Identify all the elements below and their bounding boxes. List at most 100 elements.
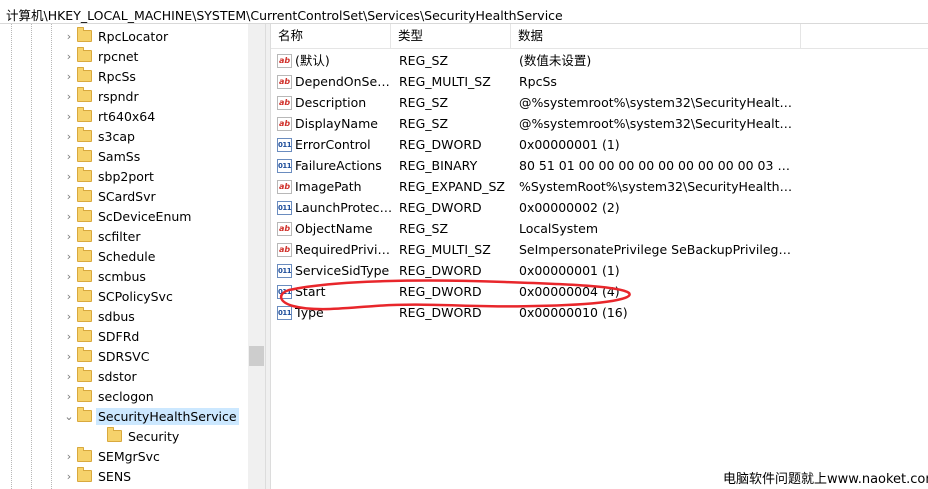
- table-row[interactable]: abDependOnService REG_MULTI_SZ RpcSs: [271, 71, 928, 92]
- tree-item[interactable]: ⌄ SecurityHealthService: [62, 406, 247, 426]
- folder-icon: [77, 307, 92, 322]
- tree-scrollbar-thumb[interactable]: [249, 346, 264, 366]
- value-data: @%systemroot%\system32\SecurityHealthAge…: [519, 116, 796, 131]
- watermark: 电脑软件问题就上www.naoket.com: [723, 468, 928, 487]
- chevron-right-icon[interactable]: ›: [62, 306, 76, 326]
- value-name: (默认): [295, 53, 330, 68]
- tree-item[interactable]: › ScDeviceEnum: [62, 206, 247, 226]
- tree-item[interactable]: › SDFRd: [62, 326, 247, 346]
- tree-guide-line: [51, 24, 52, 489]
- tree-item[interactable]: › scmbus: [62, 266, 247, 286]
- tree-scrollbar[interactable]: [248, 24, 265, 489]
- tree-item[interactable]: › sdstor: [62, 366, 247, 386]
- tree-item-label: SamSs: [98, 148, 141, 164]
- tree-item-label: s3cap: [98, 128, 135, 144]
- tree-item[interactable]: › rspndr: [62, 86, 247, 106]
- tree-item[interactable]: › sbp2port: [62, 166, 247, 186]
- chevron-right-icon[interactable]: ›: [62, 266, 76, 286]
- tree-item-label: SDRSVC: [98, 348, 150, 364]
- tree-item[interactable]: › Schedule: [62, 246, 247, 266]
- tree-item[interactable]: › SamSs: [62, 146, 247, 166]
- tree-item[interactable]: › scfilter: [62, 226, 247, 246]
- binary-value-icon: 011: [277, 137, 292, 152]
- tree-item-label: SecurityHealthService: [96, 407, 239, 425]
- table-row[interactable]: ab DisplayName REG_SZ @%systemroot%\system3…: [271, 113, 928, 134]
- tree-item[interactable]: › RpcLocator: [62, 26, 247, 46]
- chevron-right-icon[interactable]: ›: [62, 146, 76, 166]
- value-type: REG_SZ: [399, 95, 449, 110]
- chevron-right-icon[interactable]: ›: [62, 106, 76, 126]
- chevron-right-icon[interactable]: ›: [62, 386, 76, 406]
- chevron-right-icon[interactable]: ›: [62, 346, 76, 366]
- value-data: (数值未设置): [519, 53, 592, 68]
- tree-item[interactable]: › RpcSs: [62, 66, 247, 86]
- tree-item[interactable]: › rpcnet: [62, 46, 247, 66]
- column-header-name[interactable]: 名称: [271, 24, 391, 48]
- chevron-right-icon[interactable]: ›: [62, 466, 76, 486]
- tree-item[interactable]: Security: [92, 426, 265, 446]
- tree-item[interactable]: › s3cap: [62, 126, 247, 146]
- value-name-cell: ab ImagePath: [277, 176, 393, 197]
- value-name-cell: 011 LaunchProtected: [277, 197, 393, 218]
- chevron-right-icon[interactable]: ›: [62, 226, 76, 246]
- value-data: 80 51 01 00 00 00 00 00 00 00 00 00 03 0…: [519, 158, 796, 173]
- tree-item-label: scmbus: [98, 268, 146, 284]
- chevron-right-icon[interactable]: ›: [62, 286, 76, 306]
- chevron-right-icon[interactable]: ›: [62, 446, 76, 466]
- tree-item[interactable]: › seclogon: [62, 386, 247, 406]
- string-value-icon: ab: [277, 95, 292, 110]
- folder-icon: [77, 347, 92, 362]
- folder-icon: [77, 107, 92, 122]
- tree-item-label: SEMgrSvc: [98, 448, 160, 464]
- chevron-right-icon[interactable]: ›: [62, 326, 76, 346]
- chevron-right-icon[interactable]: ›: [62, 246, 76, 266]
- chevron-right-icon[interactable]: ›: [62, 366, 76, 386]
- table-row[interactable]: 011 FailureActions REG_BINARY 80 51 01 00 0…: [271, 155, 928, 176]
- table-row[interactable]: ab Description REG_SZ @%systemroot%\system3…: [271, 92, 928, 113]
- table-row[interactable]: ab (默认) REG_SZ (数值未设置): [271, 50, 928, 71]
- column-header-data[interactable]: 数据: [511, 24, 801, 48]
- table-row[interactable]: 011 LaunchProtected REG_DWORD 0x00000002 (2…: [271, 197, 928, 218]
- chevron-down-icon[interactable]: ⌄: [62, 406, 76, 426]
- values-list[interactable]: 名称 类型 数据 ab (默认) REG_SZ (数值未设置) ab DependOnSe…: [271, 24, 928, 489]
- tree-item[interactable]: › SCPolicySvc: [62, 286, 247, 306]
- folder-icon: [77, 287, 92, 302]
- folder-icon: [77, 87, 92, 102]
- tree-item[interactable]: › rt640x64: [62, 106, 247, 126]
- tree-item-label: SCardSvr: [98, 188, 156, 204]
- tree-item[interactable]: › SCardSvr: [62, 186, 247, 206]
- value-name-cell: ab Description: [277, 92, 393, 113]
- chevron-right-icon[interactable]: ›: [62, 206, 76, 226]
- table-row[interactable]: ab ObjectName REG_SZ LocalSystem: [271, 218, 928, 239]
- chevron-right-icon[interactable]: ›: [62, 186, 76, 206]
- registry-tree[interactable]: › RpcLocator › rpcnet › RpcSs › rspndr › rt640x64…: [0, 24, 265, 489]
- tree-item-label: rt640x64: [98, 108, 156, 124]
- string-value-icon: ab: [277, 116, 292, 131]
- list-header: 名称 类型 数据: [271, 24, 928, 49]
- table-row[interactable]: ab ImagePath REG_EXPAND_SZ %SystemRoot%\sys…: [271, 176, 928, 197]
- value-data: 0x00000001 (1): [519, 137, 620, 152]
- chevron-right-icon[interactable]: ›: [62, 86, 76, 106]
- value-name-cell: ab DisplayName: [277, 113, 393, 134]
- folder-icon: [77, 447, 92, 462]
- table-row[interactable]: abRequiredPrivileges REG_MULTI_SZ SeImpers…: [271, 239, 928, 260]
- tree-item[interactable]: › SENS: [62, 466, 247, 486]
- address-bar[interactable]: 计算机\HKEY_LOCAL_MACHINE\SYSTEM\CurrentCon…: [0, 0, 928, 24]
- value-name: DependOnService: [295, 74, 393, 89]
- chevron-right-icon[interactable]: ›: [62, 66, 76, 86]
- tree-item[interactable]: › SDRSVC: [62, 346, 247, 366]
- chevron-right-icon[interactable]: ›: [62, 46, 76, 66]
- chevron-right-icon[interactable]: ›: [62, 26, 76, 46]
- tree-item[interactable]: › SEMgrSvc: [62, 446, 247, 466]
- table-row[interactable]: 011 ErrorControl REG_DWORD 0x00000001 (1): [271, 134, 928, 155]
- chevron-right-icon[interactable]: ›: [62, 126, 76, 146]
- value-name: Description: [295, 95, 367, 110]
- value-name: RequiredPrivileges: [295, 242, 393, 257]
- tree-item-label: ScDeviceEnum: [98, 208, 192, 224]
- tree-item-label: seclogon: [98, 388, 154, 404]
- tree-item[interactable]: › sdbus: [62, 306, 247, 326]
- column-header-type[interactable]: 类型: [391, 24, 511, 48]
- chevron-right-icon[interactable]: ›: [62, 166, 76, 186]
- folder-icon: [77, 207, 92, 222]
